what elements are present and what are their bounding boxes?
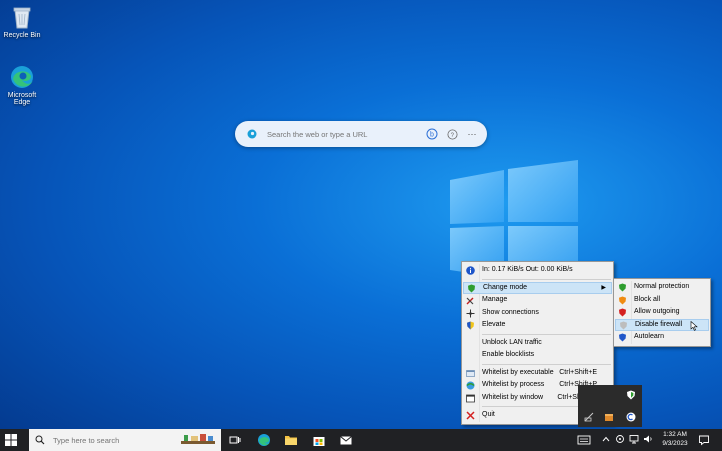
menu-item-change-mode[interactable]: Change mode ▶: [463, 281, 612, 294]
task-view-icon[interactable]: [228, 433, 242, 447]
close-icon: [466, 411, 475, 420]
menu-item-normal-protection[interactable]: Normal protection: [614, 281, 710, 294]
more-options-icon[interactable]: ⋯: [465, 127, 479, 141]
menu-item-show-connections[interactable]: Show connections: [462, 307, 613, 320]
svg-text:?: ?: [450, 133, 454, 139]
info-icon: [466, 266, 475, 275]
bing-chat-icon[interactable]: b: [425, 127, 439, 141]
shield-green-icon: [618, 283, 627, 292]
network-icon[interactable]: [629, 434, 643, 448]
mail-icon[interactable]: [339, 433, 353, 447]
submenu-arrow-icon: ▶: [601, 284, 606, 291]
desktop-icon-label: Microsoft Edge: [7, 92, 37, 106]
tools-icon: [466, 296, 475, 305]
menu-item-whitelist-executable[interactable]: Whitelist by executable Ctrl+Shift+E: [462, 367, 613, 380]
clock-time: 1:32 AM: [663, 431, 687, 438]
menu-item-unblock-lan[interactable]: Unblock LAN traffic: [462, 337, 613, 350]
microsoft-store-icon[interactable]: [312, 433, 326, 447]
file-explorer-icon[interactable]: [284, 433, 298, 447]
menu-item-traffic-status: In: 0.17 KiB/s Out: 0.00 KiB/s: [462, 264, 613, 277]
shield-green-icon: [467, 284, 476, 293]
taskbar-clock[interactable]: 1:32 AM 9/3/2023: [656, 430, 694, 448]
menu-separator: [482, 278, 611, 280]
menu-separator: [482, 363, 611, 365]
uac-shield-icon: [466, 321, 475, 330]
desktop-icon-edge[interactable]: Microsoft Edge: [0, 64, 44, 106]
search-icon: [35, 435, 45, 445]
executable-icon: [466, 369, 475, 378]
window-icon: [466, 394, 475, 403]
process-icon: [466, 381, 475, 390]
desktop-icon-recycle-bin[interactable]: Recycle Bin: [0, 4, 44, 39]
shield-grey-icon: [619, 321, 628, 330]
connections-icon: [466, 309, 475, 318]
keyboard-icon[interactable]: [577, 434, 591, 448]
menu-item-block-all[interactable]: Block all: [614, 294, 710, 307]
clock-date: 9/3/2023: [662, 440, 688, 447]
menu-item-elevate[interactable]: Elevate: [462, 319, 613, 332]
edge-icon: [9, 64, 35, 90]
menu-item-manage[interactable]: Manage: [462, 294, 613, 307]
meet-now-icon[interactable]: [615, 434, 629, 448]
menu-item-disable-firewall[interactable]: Disable firewall: [615, 318, 709, 331]
menu-item-enable-blocklists[interactable]: Enable blocklists: [462, 349, 613, 362]
chevron-up-icon[interactable]: [601, 434, 615, 448]
package-tray-icon[interactable]: [604, 412, 614, 422]
menu-item-allow-outgoing[interactable]: Allow outgoing: [614, 306, 710, 319]
shield-red-icon: [618, 308, 627, 317]
taskbar-search-box[interactable]: [29, 429, 221, 451]
recycle-bin-icon: [9, 4, 35, 30]
windows-start-icon[interactable]: [4, 433, 18, 447]
web-search-bar[interactable]: b ? ⋯: [235, 121, 487, 147]
shield-orange-icon: [618, 296, 627, 305]
web-search-input[interactable]: [265, 128, 419, 140]
edge-icon: [247, 129, 257, 139]
app-tray-icon[interactable]: [626, 412, 636, 422]
help-icon[interactable]: ?: [445, 127, 459, 141]
tray-overflow-popup: [578, 385, 642, 427]
taskbar-search-input[interactable]: [51, 434, 175, 446]
search-highlight-illustration-icon: [179, 432, 217, 448]
network-tray-icon[interactable]: [584, 412, 594, 422]
firewall-tray-icon[interactable]: [626, 390, 636, 400]
svg-text:b: b: [430, 132, 434, 139]
edge-taskbar-icon[interactable]: [257, 433, 271, 447]
menu-item-autolearn[interactable]: Autolearn: [614, 331, 710, 344]
desktop-icon-label: Recycle Bin: [3, 32, 41, 39]
menu-separator: [482, 333, 611, 335]
volume-icon[interactable]: [643, 434, 657, 448]
notifications-icon[interactable]: [698, 434, 712, 448]
change-mode-submenu: Normal protection Block all Allow outgoi…: [613, 278, 711, 347]
taskbar: [0, 429, 722, 451]
shield-blue-icon: [618, 333, 627, 342]
